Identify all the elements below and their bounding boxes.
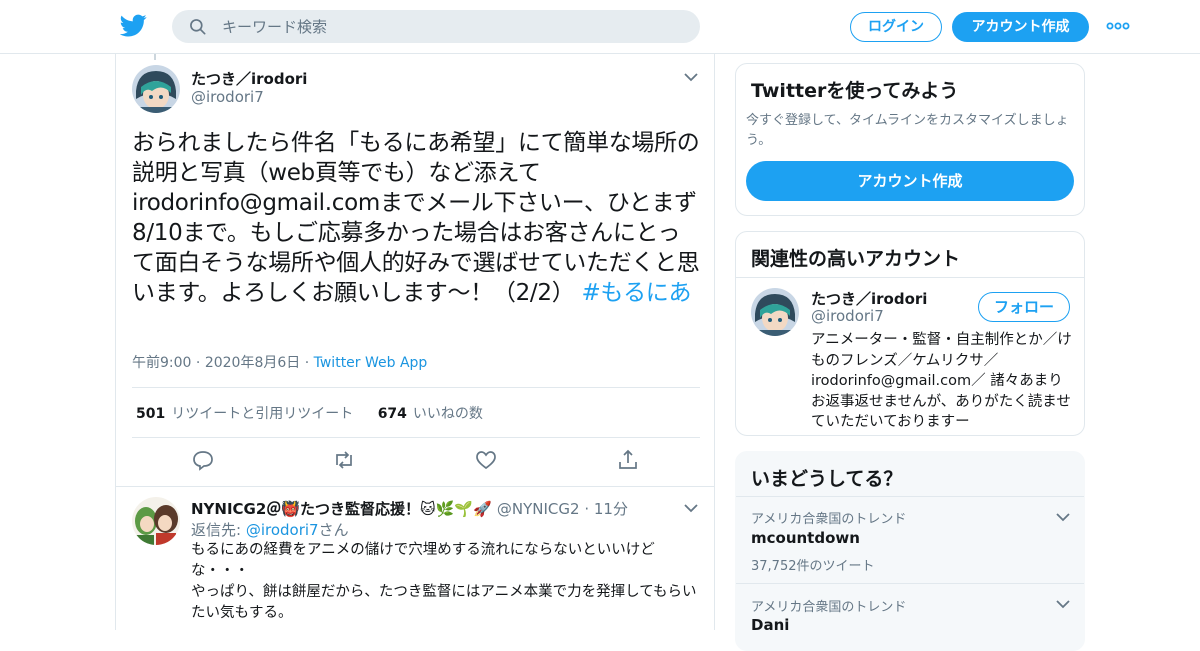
related-header: 関連性の高いアカウント: [736, 232, 1084, 278]
trend-item[interactable]: アメリカ合衆国のトレンド mcountdown 37,752件のツイート: [736, 497, 1084, 584]
reply-text: もるにあの経費をアニメの儲けで穴埋めする流れにならないといいけどな・・・ やっぱ…: [191, 540, 701, 624]
reply-line: もるにあの経費をアニメの儲けで穴埋めする流れにならないといいけどな・・・: [191, 542, 655, 579]
tweet-text: おられましたら件名「もるにあ希望」にて簡単な場所の説明と写真（web頁等でも）な…: [132, 128, 700, 308]
thread-line: [154, 54, 156, 60]
like-icon[interactable]: [474, 448, 498, 472]
search-box[interactable]: [172, 10, 700, 43]
reply-to-handle[interactable]: @irodori7: [246, 521, 319, 539]
author-handle[interactable]: @irodori7: [191, 88, 264, 106]
trend-name: mcountdown: [751, 529, 860, 547]
twitter-bird-icon[interactable]: [120, 12, 147, 39]
retweet-label: リツイートと引用リツイート: [171, 406, 354, 422]
avatar[interactable]: [132, 497, 180, 545]
author-name[interactable]: たつき／irodori: [191, 68, 307, 89]
chevron-down-icon[interactable]: [1056, 512, 1070, 522]
avatar[interactable]: [751, 288, 799, 336]
signup-button[interactable]: アカウント作成: [952, 12, 1089, 42]
hashtag-link[interactable]: #もるにあ: [581, 280, 691, 306]
reply-to-label: 返信先:: [191, 521, 242, 539]
retweet-stat[interactable]: 501 リツイートと引用リツイート: [136, 406, 353, 422]
trend-location: アメリカ合衆国のトレンド: [751, 512, 907, 527]
follow-button[interactable]: フォロー: [978, 292, 1070, 322]
top-bar: ログイン アカウント作成: [0, 0, 1200, 54]
trend-count: 37,752件のツイート: [751, 559, 875, 574]
chevron-down-icon[interactable]: [684, 72, 698, 82]
reply-to-suffix: さん: [318, 521, 349, 539]
tweet-source[interactable]: Twitter Web App: [314, 355, 428, 371]
reply-author[interactable]: NYNICG2＠👹たつき監督応援！🐱🌿🌱🚀 @NYNICG2 · 11分: [191, 498, 628, 519]
divider: [116, 486, 714, 487]
chevron-down-icon[interactable]: [684, 503, 698, 513]
divider: [132, 437, 700, 438]
like-label: いいねの数: [412, 406, 483, 422]
related-title: 関連性の高いアカウント: [751, 248, 961, 270]
timeline: たつき／irodori @irodori7 おられましたら件名「もるにあ希望」に…: [115, 54, 715, 630]
trend-location: アメリカ合衆国のトレンド: [751, 600, 907, 615]
signup-card-title: Twitterを使ってみよう: [751, 80, 959, 102]
tweet-meta: 午前9:00 · 2020年8月6日 · Twitter Web App: [132, 355, 428, 371]
divider: [132, 387, 700, 388]
more-dots-icon[interactable]: [1106, 19, 1130, 33]
chevron-down-icon[interactable]: [1056, 599, 1070, 609]
retweet-icon[interactable]: [332, 448, 356, 472]
reply-handle: @NYNICG2: [496, 500, 580, 518]
trend-name: Dani: [751, 616, 790, 634]
login-button[interactable]: ログイン: [850, 12, 942, 42]
avatar[interactable]: [132, 65, 180, 113]
reply-to: 返信先: @irodori7さん: [191, 519, 349, 540]
related-name[interactable]: たつき／irodori: [811, 288, 927, 309]
related-accounts-card: 関連性の高いアカウント たつき／irodori @irodori7 フォロー ア…: [735, 231, 1085, 436]
retweet-count: 501: [136, 406, 166, 422]
like-stat[interactable]: 674 いいねの数: [378, 406, 483, 422]
reply-name: NYNICG2＠👹たつき監督応援！🐱🌿🌱🚀: [191, 500, 492, 518]
related-bio: アニメーター・監督・自主制作とか／けものフレンズ／ケムリクサ／irodorinf…: [811, 332, 1072, 430]
search-input[interactable]: [222, 17, 682, 36]
tweet-actions: [116, 448, 714, 476]
trend-item[interactable]: アメリカ合衆国のトレンド Dani: [736, 584, 1084, 650]
signup-card-subtitle: 今すぐ登録して、タイムラインをカスタマイズしましょう。: [746, 113, 1069, 148]
search-icon: [190, 18, 206, 35]
like-count: 674: [377, 406, 407, 422]
trends-header: いまどうしてる？: [736, 452, 1084, 497]
reply-time[interactable]: 11分: [594, 500, 628, 518]
share-icon[interactable]: [616, 448, 640, 472]
reply-icon[interactable]: [191, 448, 215, 472]
reply-line: やっぱり、餅は餅屋だから、たつき監督にはアニメ本業で力を発揮してもらいたい気もす…: [191, 584, 697, 621]
tweet-time[interactable]: 午前9:00: [132, 355, 191, 371]
trends-title: いまどうしてる？: [751, 468, 903, 490]
trends-card: いまどうしてる？ アメリカ合衆国のトレンド mcountdown 37,752件…: [735, 451, 1085, 651]
signup-card-button[interactable]: アカウント作成: [746, 161, 1074, 201]
tweet-date[interactable]: 2020年8月6日: [205, 355, 300, 371]
signup-card: Twitterを使ってみよう 今すぐ登録して、タイムラインをカスタマイズしましょ…: [735, 63, 1085, 216]
related-handle[interactable]: @irodori7: [811, 307, 884, 325]
tweet-stats: 501 リツイートと引用リツイート 674 いいねの数: [136, 403, 483, 423]
